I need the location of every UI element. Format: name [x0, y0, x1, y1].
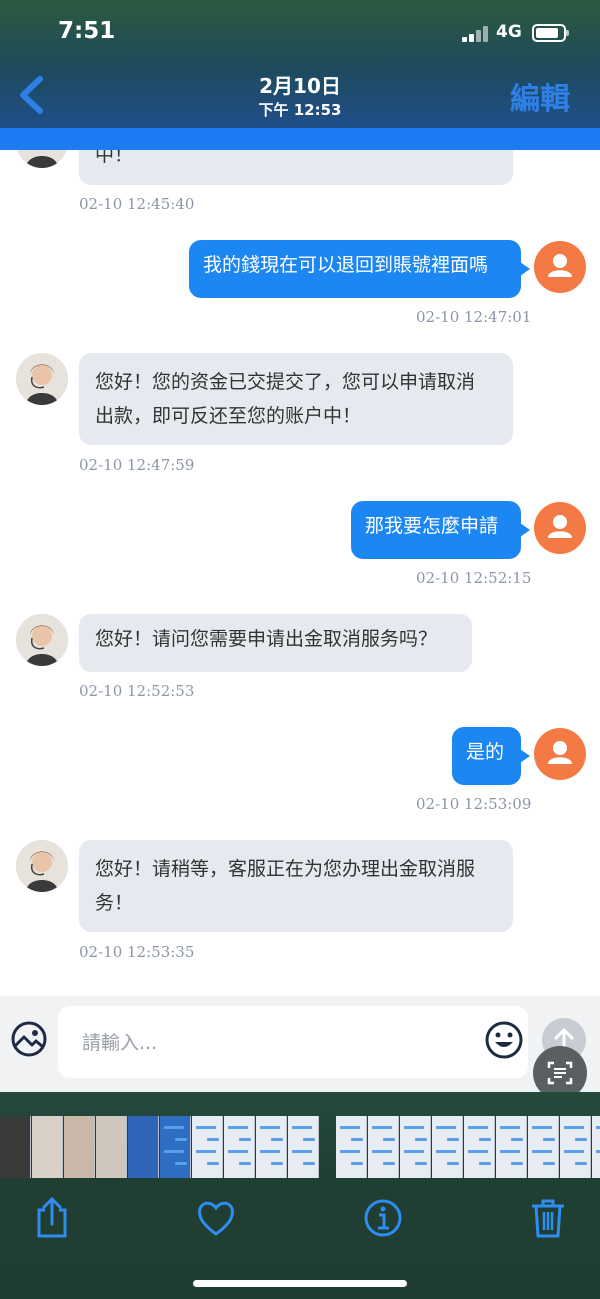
agent-avatar [16, 150, 68, 168]
photo-thumbnail[interactable] [560, 1116, 591, 1178]
photo-thumbnail[interactable] [336, 1116, 367, 1178]
user-avatar [534, 502, 586, 554]
photos-toolbar-area [0, 1092, 600, 1299]
agent-message: 您好！请稍等，客服正在为您办理出金取消服 务！ [79, 840, 513, 932]
photo-thumbnail[interactable] [96, 1116, 127, 1178]
trash-icon[interactable] [528, 1196, 568, 1240]
message-text: 中！ [95, 150, 134, 166]
user-avatar [534, 241, 586, 293]
photo-thumbnail[interactable] [128, 1116, 159, 1178]
photo-thumbnail[interactable] [64, 1116, 95, 1178]
photo-thumbnail[interactable] [528, 1116, 559, 1178]
photo-thumbnail[interactable] [160, 1116, 191, 1178]
message-text: 那我要怎麼申請 [365, 515, 499, 537]
message-text: 您好！请稍等，客服正在为您办理出金取消服 [95, 858, 476, 880]
edit-button[interactable]: 編輯 [510, 74, 570, 118]
share-icon[interactable] [32, 1196, 72, 1240]
message-timestamp: 02-10 12:52:53 [79, 682, 195, 700]
message-timestamp: 02-10 12:52:15 [416, 569, 532, 587]
network-type: 4G [496, 22, 522, 42]
home-indicator[interactable] [193, 1280, 407, 1287]
photo-thumbnail[interactable] [224, 1116, 255, 1178]
agent-avatar [16, 840, 68, 892]
agent-message: 中！ [79, 150, 513, 185]
top-bar: 7:51 4G 2月10日 下午 12:53 編輯 [0, 0, 600, 128]
photo-thumbnail[interactable] [400, 1116, 431, 1178]
photo-thumbnail[interactable] [256, 1116, 287, 1178]
agent-avatar [16, 353, 68, 405]
agent-avatar [16, 614, 68, 666]
heart-icon[interactable] [196, 1196, 236, 1240]
battery-icon [532, 24, 569, 42]
user-avatar [534, 728, 586, 780]
user-message: 是的 [452, 727, 530, 785]
agent-message: 您好！您的资金已交提交了，您可以申请取消 出款，即可反还至您的账户中！ [79, 353, 513, 445]
message-text: 务！ [95, 892, 134, 914]
photo-thumbnail[interactable] [592, 1116, 600, 1178]
photo-thumbnail[interactable] [192, 1116, 223, 1178]
message-text: 我的錢現在可以退回到賬號裡面嗎 [203, 254, 489, 276]
message-timestamp: 02-10 12:47:01 [416, 308, 532, 326]
image-icon[interactable] [10, 1020, 48, 1058]
composer-bar: 請輸入... [0, 996, 600, 1100]
user-message: 那我要怎麼申請 [351, 501, 530, 559]
message-text: 您好！请问您需要申请出金取消服务吗？ [95, 628, 438, 650]
smile-icon[interactable] [484, 1020, 524, 1060]
status-time: 7:51 [58, 18, 116, 44]
message-text: 您好！您的资金已交提交了，您可以申请取消 [95, 371, 476, 393]
message-timestamp: 02-10 12:53:35 [79, 943, 195, 961]
info-icon[interactable] [363, 1196, 403, 1240]
photo-thumbnail[interactable] [496, 1116, 527, 1178]
agent-message: 您好！请问您需要申请出金取消服务吗？ [79, 614, 472, 672]
photo-thumbnail[interactable] [288, 1116, 319, 1178]
photo-thumbnail[interactable] [464, 1116, 495, 1178]
message-text: 是的 [466, 741, 505, 763]
photo-thumbnail[interactable] [0, 1116, 31, 1178]
photo-thumbnail[interactable] [368, 1116, 399, 1178]
photo-thumbnail[interactable] [32, 1116, 63, 1178]
message-timestamp: 02-10 12:47:59 [79, 456, 195, 474]
message-text: 出款，即可反还至您的账户中！ [95, 405, 362, 427]
thumbnail-strip[interactable] [0, 1116, 600, 1178]
message-input[interactable]: 請輸入... [58, 1006, 528, 1078]
photo-thumbnail[interactable] [432, 1116, 463, 1178]
user-message: 我的錢現在可以退回到賬號裡面嗎 [189, 240, 530, 298]
message-timestamp: 02-10 12:53:09 [416, 795, 532, 813]
app-header-strip [0, 128, 600, 150]
signal-icon [462, 26, 490, 42]
message-timestamp: 02-10 12:45:40 [79, 195, 195, 213]
chat-area[interactable]: 中！ 02-10 12:45:40 我的錢現在可以退回到賬號裡面嗎 02-10 … [0, 150, 600, 996]
